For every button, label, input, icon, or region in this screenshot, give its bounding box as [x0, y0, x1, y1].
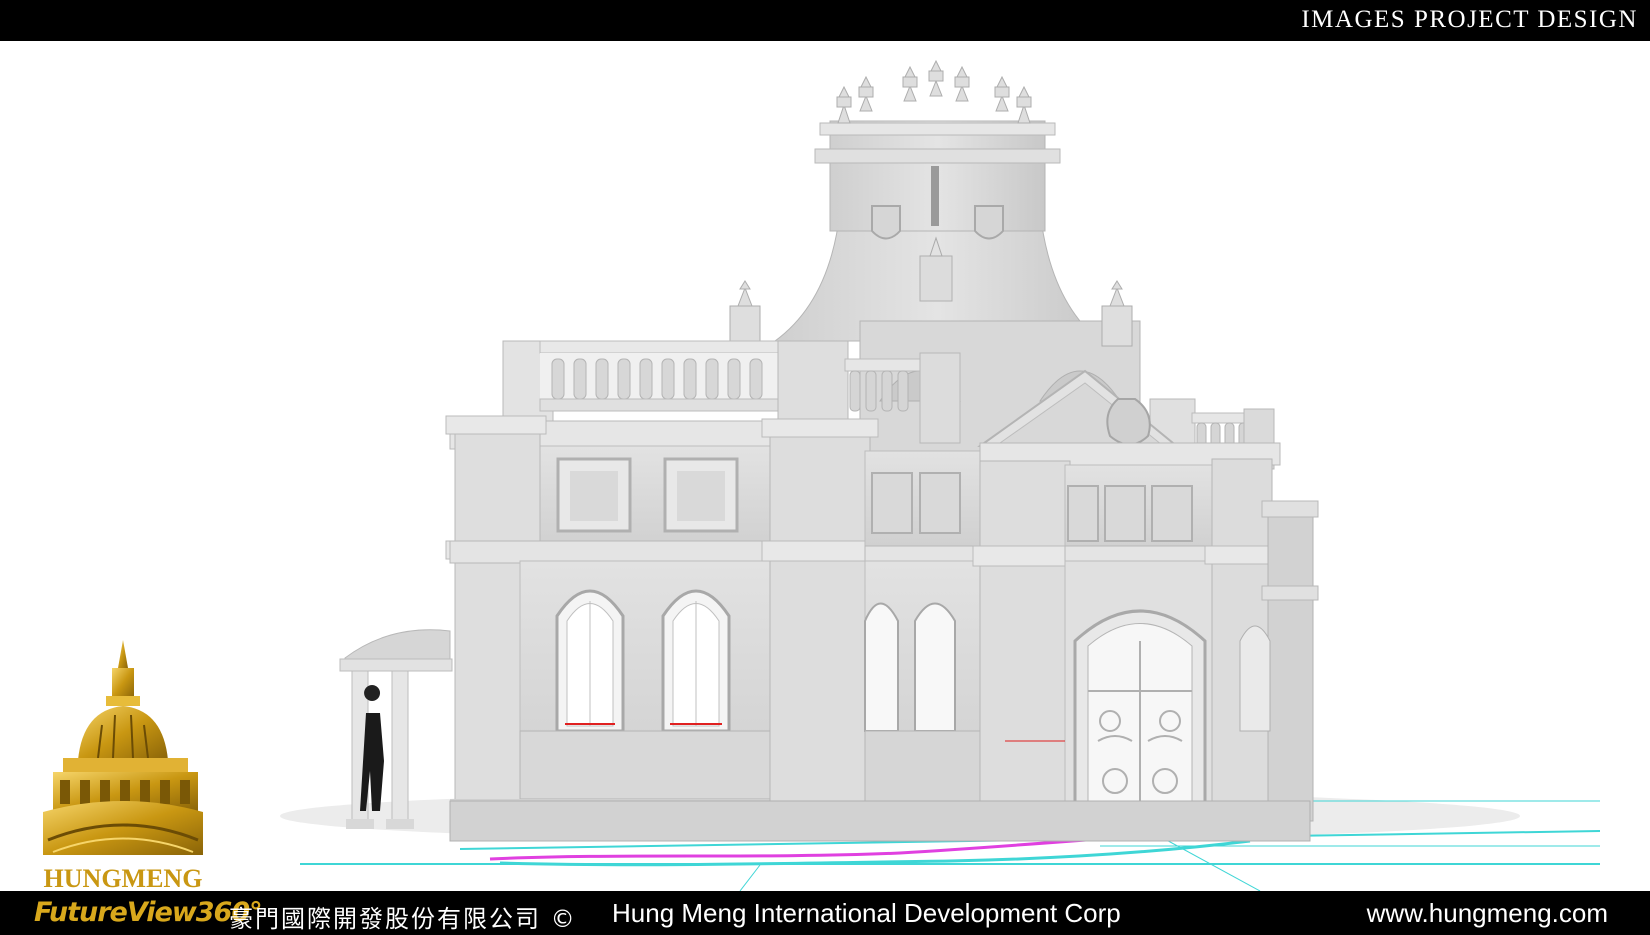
futureview-brand: FutureView360°: [34, 897, 263, 928]
logo-wordmark: HUNGMENG: [43, 864, 203, 893]
bottom-bar: FutureView360° 豪門國際開發股份有限公司 © Hung Meng …: [0, 891, 1650, 935]
building-render: [280, 59, 1601, 891]
side-porch: [339, 629, 453, 829]
page-title: IMAGES PROJECT DESIGN: [1301, 6, 1638, 33]
website-link[interactable]: www.hungmeng.com: [1367, 898, 1608, 929]
company-name-english: Hung Meng International Development Corp: [612, 898, 1121, 928]
hungmeng-logo: HUNGMENG: [38, 640, 208, 893]
top-bar: IMAGES PROJECT DESIGN: [0, 0, 1650, 41]
gold-dome-icon: [43, 640, 203, 855]
company-name-chinese: 豪門國際開發股份有限公司 ©: [229, 905, 577, 933]
